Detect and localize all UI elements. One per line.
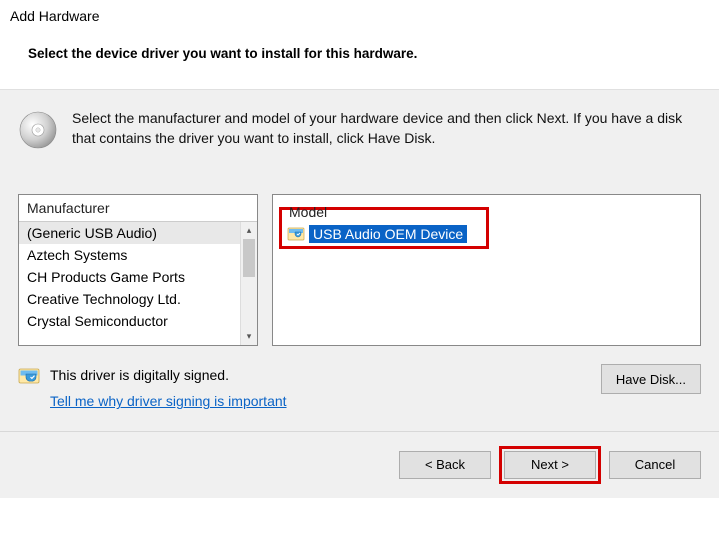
manufacturer-item[interactable]: Aztech Systems	[19, 244, 257, 266]
next-button[interactable]: Next >	[504, 451, 596, 479]
model-listbox[interactable]: Model USB Audio OEM Device	[272, 194, 701, 346]
scroll-down-icon[interactable]: ▾	[241, 328, 257, 345]
manufacturer-items: (Generic USB Audio) Aztech Systems CH Pr…	[19, 222, 257, 345]
next-highlight: Next >	[499, 446, 601, 484]
signing-row: This driver is digitally signed. Tell me…	[0, 356, 719, 431]
signed-driver-icon	[287, 226, 305, 242]
signed-icon	[18, 366, 40, 386]
model-item[interactable]: USB Audio OEM Device	[287, 225, 467, 243]
manufacturer-item[interactable]: (Generic USB Audio)	[19, 222, 257, 244]
wizard-footer: < Back Next > Cancel	[0, 431, 719, 498]
manufacturer-scrollbar[interactable]: ▴ ▾	[240, 222, 257, 345]
signing-text: This driver is digitally signed. Tell me…	[50, 364, 287, 413]
signing-link[interactable]: Tell me why driver signing is important	[50, 390, 287, 412]
instruction-text: Select the manufacturer and model of you…	[72, 108, 701, 149]
have-disk-button[interactable]: Have Disk...	[601, 364, 701, 394]
page-title: Select the device driver you want to ins…	[28, 46, 691, 61]
model-header: Model	[281, 199, 335, 225]
manufacturer-item[interactable]: Creative Technology Ltd.	[19, 288, 257, 310]
driver-lists: Manufacturer (Generic USB Audio) Aztech …	[0, 164, 719, 356]
manufacturer-listbox[interactable]: Manufacturer (Generic USB Audio) Aztech …	[18, 194, 258, 346]
manufacturer-item[interactable]: Crystal Semiconductor	[19, 310, 257, 332]
window-title: Add Hardware	[0, 0, 719, 28]
manufacturer-header: Manufacturer	[19, 195, 257, 222]
back-button[interactable]: < Back	[399, 451, 491, 479]
scroll-thumb[interactable]	[243, 239, 255, 277]
instruction-panel: Select the manufacturer and model of you…	[0, 89, 719, 164]
cancel-button[interactable]: Cancel	[609, 451, 701, 479]
signing-status: This driver is digitally signed.	[50, 364, 287, 386]
model-label: USB Audio OEM Device	[309, 225, 467, 243]
scroll-up-icon[interactable]: ▴	[241, 222, 257, 239]
manufacturer-item[interactable]: CH Products Game Ports	[19, 266, 257, 288]
disc-icon	[18, 110, 58, 150]
wizard-header: Select the device driver you want to ins…	[0, 28, 719, 89]
